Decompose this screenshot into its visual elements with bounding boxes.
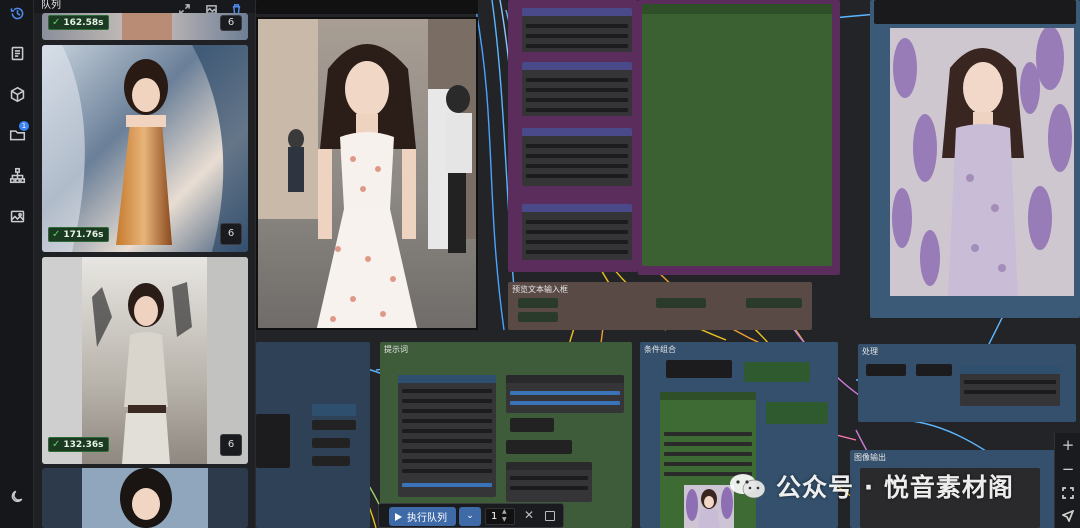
queue-panel: 队列 ✓ 162.58s 6 ✓ 171.76s 6 ✓ 132.36s 6 [34, 0, 256, 528]
node-small[interactable] [866, 364, 906, 376]
group-title: 条件组合 [644, 345, 676, 354]
image-count-badge: 6 [220, 223, 242, 245]
preview-image [890, 28, 1074, 296]
node-text-encode[interactable] [522, 8, 632, 52]
node-process[interactable] [960, 366, 1060, 406]
zoom-out-icon[interactable]: − [1058, 459, 1078, 479]
sidebar-rail: 1 [0, 0, 34, 528]
folder-badge: 1 [19, 121, 29, 131]
cursor-icon[interactable] [1058, 506, 1078, 526]
close-icon[interactable]: ✕ [524, 508, 534, 522]
node-graph-canvas[interactable]: 预览文本输入框 提示词 条件组合 处理 图像输出 [256, 0, 1080, 528]
document-icon[interactable] [7, 43, 27, 63]
image-preview-node[interactable] [890, 28, 1074, 296]
queue-header: 队列 [34, 0, 255, 15]
mini-preview-image [684, 485, 734, 528]
elapsed-time-badge: ✓ 171.76s [48, 227, 110, 242]
node-sampler[interactable] [398, 375, 496, 497]
node-small[interactable] [510, 418, 554, 432]
trash-icon[interactable] [231, 0, 243, 15]
zoom-in-icon[interactable]: + [1058, 435, 1078, 455]
check-icon: ✓ [52, 439, 61, 450]
node-small[interactable] [518, 298, 558, 308]
queue-item[interactable]: ✓ 162.58s 6 [42, 13, 248, 40]
batch-count-input[interactable]: 1 [485, 508, 515, 525]
node-small[interactable] [666, 360, 732, 378]
preview-image [258, 19, 476, 328]
watermark: 公众号 · 悦音素材阁 [728, 469, 1014, 503]
cube-icon[interactable] [7, 84, 27, 104]
queue-title: 队列 [41, 0, 61, 11]
queue-item-thumbnail [42, 257, 248, 464]
check-icon: ✓ [52, 17, 61, 28]
group-title: 处理 [862, 347, 878, 356]
node-settings[interactable] [506, 375, 624, 413]
image-view-icon[interactable] [206, 0, 218, 14]
queue-item[interactable]: ✓ 132.36s 6 [42, 257, 248, 464]
node-small[interactable] [744, 362, 810, 382]
image-count-badge: 6 [220, 15, 242, 31]
watermark-text: 公众号 · 悦音素材阁 [776, 473, 1014, 502]
comfyui-window: 1 队列 ✓ 162.58s 6 ✓ 171.76s 6 ✓ 132.36s 6… [0, 0, 1080, 528]
node-small[interactable] [312, 456, 350, 466]
queue-item[interactable]: ✓ 171.76s 6 [42, 45, 248, 252]
image-gallery-icon[interactable] [7, 206, 27, 226]
node-small[interactable] [656, 298, 706, 308]
fit-view-icon[interactable] [1058, 483, 1078, 503]
elapsed-time-badge: ✓ 162.58s [48, 15, 110, 30]
group-title: 预览文本输入框 [512, 285, 568, 294]
group-title: 提示词 [384, 345, 408, 354]
node-small[interactable] [518, 312, 558, 322]
node-text-encode[interactable] [522, 62, 632, 116]
chevron-down-icon[interactable]: ⌄ [459, 507, 481, 526]
node-small[interactable] [506, 462, 592, 502]
elapsed-time-badge: ✓ 132.36s [48, 437, 110, 452]
workflow-tree-icon[interactable] [7, 165, 27, 185]
zoom-controls: + − [1054, 433, 1080, 528]
node-small[interactable] [766, 402, 828, 424]
history-icon[interactable] [7, 3, 27, 23]
check-icon: ✓ [52, 229, 61, 240]
node-small[interactable] [312, 438, 350, 448]
preview-node-header[interactable] [874, 0, 1076, 24]
node-text-encode[interactable] [522, 128, 632, 186]
run-toolbar: 执行队列 ⌄ 1 ▲ ▼ ✕ [378, 503, 564, 528]
expand-icon[interactable] [179, 0, 191, 15]
preview-node-header[interactable] [256, 0, 478, 14]
stop-icon[interactable] [545, 511, 555, 521]
node-small[interactable] [312, 404, 356, 416]
queue-run-button[interactable]: 执行队列 [389, 507, 456, 526]
image-preview-node[interactable] [256, 17, 478, 330]
batch-stepper[interactable]: ▲ ▼ [502, 508, 507, 524]
queue-item-thumbnail [42, 468, 248, 528]
node-small[interactable] [256, 414, 290, 468]
play-icon [395, 512, 402, 521]
node-large-green[interactable] [642, 4, 832, 266]
node-small[interactable] [312, 420, 356, 430]
queue-item[interactable] [42, 468, 248, 528]
node-text-encode[interactable] [522, 204, 632, 260]
group-title: 图像输出 [854, 453, 886, 462]
node-small[interactable] [916, 364, 952, 376]
image-count-badge: 6 [220, 434, 242, 456]
node-small[interactable] [746, 298, 802, 308]
wechat-logo-icon [730, 474, 766, 499]
node-small[interactable] [506, 440, 572, 454]
queue-item-thumbnail [42, 45, 248, 252]
dark-mode-moon-icon[interactable] [7, 486, 27, 506]
